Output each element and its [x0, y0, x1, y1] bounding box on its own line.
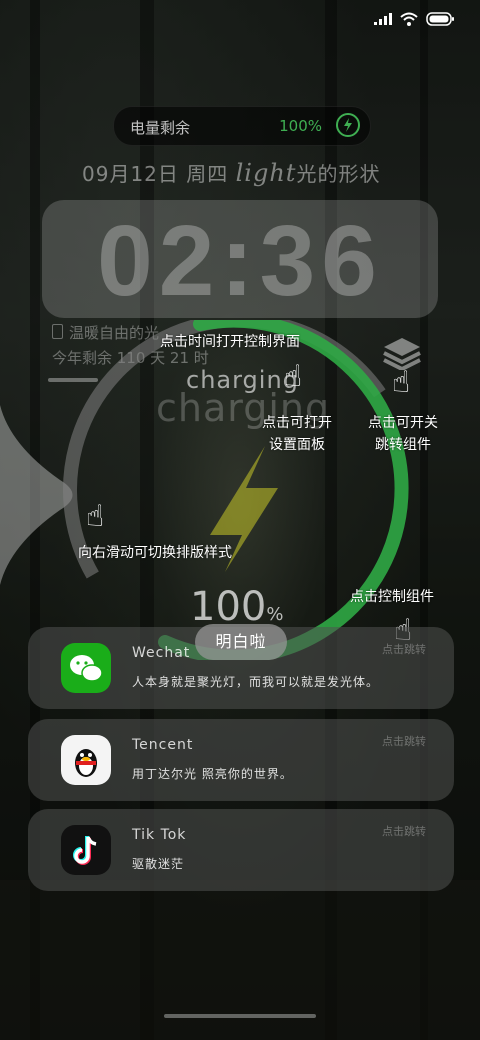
notification-body: 用丁达尔光 照亮你的世界。 — [132, 767, 293, 781]
battery-label: 电量剩余 — [130, 119, 191, 137]
notification-title: Wechat — [132, 645, 191, 661]
notification-body: 驱散迷茫 — [132, 857, 185, 871]
notification-title: Tik Tok — [132, 827, 187, 843]
date-suffix: 光的形状 — [296, 162, 381, 186]
weekday: 周四 — [186, 162, 229, 186]
notification-title: Tencent — [132, 737, 194, 753]
hint-open-settings: 点击可打开 设置面板 — [262, 415, 332, 453]
wifi-icon — [400, 12, 418, 26]
light-script: light — [235, 159, 297, 187]
hint-open-control: 点击时间打开控制界面 — [160, 334, 300, 350]
status-bar — [374, 12, 454, 26]
tiktok-icon — [61, 825, 111, 875]
hint-control-widget: 点击控制组件 — [350, 589, 434, 605]
clock-time: 02:36 — [97, 205, 383, 317]
battery-remaining-widget[interactable]: 电量剩余 100% — [113, 106, 371, 146]
clock-widget[interactable]: 02:36 — [42, 200, 438, 318]
date: 09月12日 — [82, 162, 179, 186]
got-it-button[interactable]: 明白啦 — [195, 624, 287, 660]
notification-tag: 点击跳转 — [382, 643, 426, 656]
home-indicator[interactable] — [164, 1014, 316, 1018]
date-line: 09月12日 周四 light光的形状 — [82, 158, 380, 187]
hint-swipe-layout: 向右滑动可切换排版样式 — [78, 545, 232, 561]
hint-toggle: 点击可开关 跳转组件 — [368, 415, 438, 453]
wechat-icon — [61, 643, 111, 693]
qq-penguin-icon — [61, 735, 111, 785]
notification-body: 人本身就是聚光灯，而我可以就是发光体。 — [132, 675, 380, 689]
battery-percent: 100% — [279, 117, 322, 135]
tap-hand-icon: ☝ — [392, 365, 411, 400]
tap-hand-icon: ☝ — [86, 499, 105, 534]
battery-icon — [426, 12, 454, 26]
charging-bolt-icon — [336, 113, 360, 137]
signal-icon — [374, 13, 392, 25]
notification-tag: 点击跳转 — [382, 735, 426, 748]
tap-hand-icon: ☝ — [284, 359, 303, 394]
notification-tag: 点击跳转 — [382, 825, 426, 838]
notification-card[interactable]: Tik Tok 驱散迷茫 点击跳转 — [28, 809, 454, 891]
notification-card[interactable]: Tencent 用丁达尔光 照亮你的世界。 点击跳转 — [28, 719, 454, 801]
